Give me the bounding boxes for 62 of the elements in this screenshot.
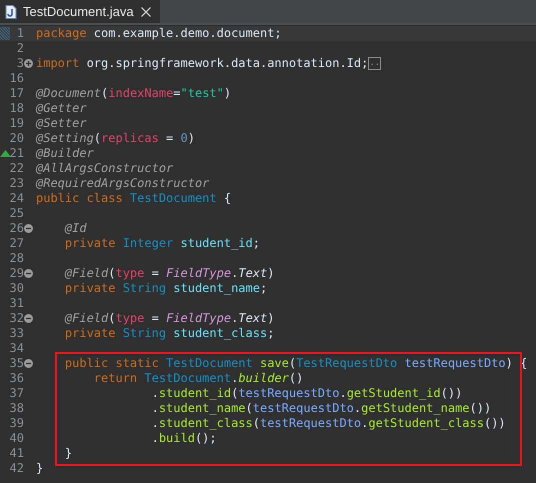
line-number: 37 <box>9 386 24 401</box>
line-number: 19 <box>9 116 24 131</box>
code-line: @Setter <box>36 116 87 131</box>
line-number: 34 <box>9 341 24 356</box>
line-number: 39 <box>9 416 24 431</box>
code-line: } <box>64 446 72 461</box>
line-number: 22 <box>9 161 24 176</box>
code-line: import org.springframework.data.annotation.Id;.. <box>36 56 382 71</box>
code-line: private String student_name; <box>64 281 268 296</box>
line-number: 2 <box>16 41 24 56</box>
code-line: return TestDocument.builder() <box>92 371 304 386</box>
line-number: 36 <box>9 371 24 386</box>
code-line: @Setting(replicas = 0) <box>36 131 195 146</box>
line-number: 27 <box>9 236 24 251</box>
close-icon[interactable] <box>140 6 152 18</box>
line-number: 41 <box>9 446 24 461</box>
code-line: @Getter <box>36 101 87 116</box>
collapse-icon[interactable] <box>24 269 33 278</box>
line-number: 16 <box>9 71 24 86</box>
collapse-icon[interactable] <box>24 359 33 368</box>
code-line: @Document(indexName="test") <box>36 86 232 101</box>
file-tab[interactable]: TestDocument.java <box>0 0 160 23</box>
line-number: 18 <box>9 101 24 116</box>
line-number: 17 <box>9 86 24 101</box>
line-number: 33 <box>9 326 24 341</box>
code-line: .build(); <box>150 431 217 446</box>
code-line: } <box>36 461 44 476</box>
line-number: 32 <box>9 311 24 326</box>
code-line: .student_class(testRequestDto.getStudent_class()) <box>150 416 506 431</box>
line-number: 25 <box>9 206 24 221</box>
line-number: 1 <box>16 26 24 41</box>
java-file-icon <box>5 4 17 18</box>
line-number: 24 <box>9 191 24 206</box>
line-number: 30 <box>9 281 24 296</box>
line-number: 35 <box>9 356 24 371</box>
code-line: @Field(type = FieldType.Text) <box>64 311 274 326</box>
expand-icon[interactable] <box>24 59 33 68</box>
line-number: 28 <box>9 251 24 266</box>
line-number: 20 <box>9 131 24 146</box>
code-line: private String student_class; <box>64 326 274 341</box>
line-number: 31 <box>9 296 24 311</box>
line-number: 26 <box>9 221 24 236</box>
code-line: private Integer student_id; <box>64 236 260 251</box>
collapse-icon[interactable] <box>24 224 33 233</box>
code-line: public static TestDocument save(TestRequestDto testRequestDto) { <box>64 356 528 371</box>
line-number: 23 <box>9 176 24 191</box>
code-line: .student_name(testRequestDto.getStudent_name()) <box>150 401 492 416</box>
code-line: @Id <box>64 221 87 236</box>
line-number: 21 <box>9 146 24 161</box>
code-line: package com.example.demo.document; <box>36 26 282 41</box>
line-number: 40 <box>9 431 24 446</box>
code-line: @AllArgsConstructor <box>36 161 174 176</box>
code-line: .student_id(testRequestDto.getStudent_id()) <box>150 386 462 401</box>
code-line: @Field(type = FieldType.Text) <box>64 266 274 281</box>
line-number: 42 <box>9 461 24 476</box>
code-line: public class TestDocument { <box>36 191 232 206</box>
collapse-icon[interactable] <box>24 314 33 323</box>
line-number: 3 <box>16 56 24 71</box>
code-line: @RequiredArgsConstructor <box>36 176 210 191</box>
line-number: 29 <box>9 266 24 281</box>
line-number: 38 <box>9 401 24 416</box>
code-line: @Builder <box>36 146 94 161</box>
